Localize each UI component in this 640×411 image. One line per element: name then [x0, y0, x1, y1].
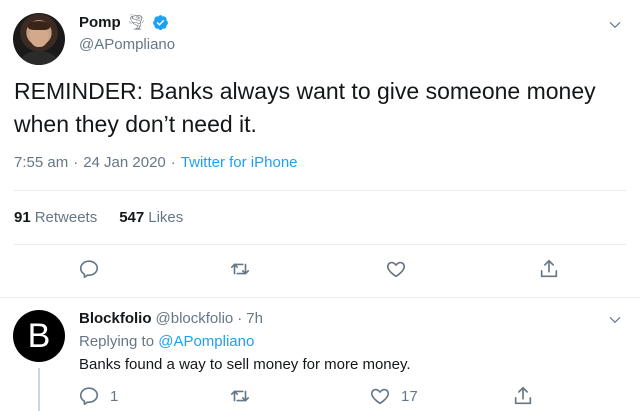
tweet-source[interactable]: Twitter for iPhone: [181, 154, 298, 171]
reply-author-handle[interactable]: @blockfolio: [156, 310, 234, 327]
divider: [14, 244, 626, 245]
like-count: 17: [401, 387, 418, 405]
reply-share-button[interactable]: [512, 385, 534, 407]
reply-count: 1: [110, 387, 119, 405]
reply-author-name[interactable]: Blockfolio: [79, 310, 152, 327]
replying-to-prefix: Replying to: [79, 333, 155, 350]
reply-author-avatar[interactable]: B: [13, 310, 65, 362]
heart-icon: [386, 261, 406, 278]
share-icon: [514, 386, 532, 405]
reply-text: Banks found a way to sell money for more…: [79, 356, 411, 373]
reply-icon: [79, 387, 99, 406]
likes-label: Likes: [148, 209, 184, 226]
retweets-stat[interactable]: 91 Retweets: [14, 209, 97, 226]
tweet-action-bar: [0, 258, 640, 288]
tweet-date[interactable]: 24 Jan 2020: [83, 154, 166, 171]
chevron-down-icon[interactable]: [608, 313, 622, 327]
reply-time[interactable]: 7h: [246, 310, 263, 327]
likes-stat[interactable]: 547 Likes: [119, 209, 183, 226]
likes-count: 547: [119, 209, 145, 226]
verified-badge-icon: [152, 15, 168, 31]
reply-like-button[interactable]: 17: [369, 385, 418, 407]
retweets-count: 91: [14, 209, 31, 226]
heart-icon: [370, 388, 390, 405]
retweets-label: Retweets: [34, 209, 98, 226]
author-name-row[interactable]: Pomp 🌪: [79, 14, 169, 31]
retweet-icon: [230, 390, 250, 402]
author-handle[interactable]: @APompliano: [79, 36, 175, 53]
tweet-meta: 7:55 am · 24 Jan 2020 · Twitter for iPho…: [14, 154, 298, 171]
author-avatar[interactable]: [13, 13, 65, 65]
divider: [14, 190, 626, 191]
retweet-icon: [230, 263, 250, 275]
meta-separator: ·: [170, 154, 176, 171]
chevron-down-icon[interactable]: [608, 18, 622, 32]
divider: [0, 297, 640, 298]
meta-separator: ·: [73, 154, 79, 171]
author-display-name[interactable]: Pomp: [79, 14, 121, 31]
tweet-text: REMINDER: Banks always want to give some…: [14, 78, 596, 137]
share-icon: [540, 259, 558, 278]
replying-to: Replying to @APompliano: [79, 333, 254, 350]
tweet-time[interactable]: 7:55 am: [14, 154, 68, 171]
reply-icon: [79, 260, 99, 279]
reply-reply-button[interactable]: 1: [78, 385, 118, 407]
tornado-icon: 🌪: [126, 14, 146, 31]
reply-separator: ·: [237, 310, 243, 327]
replying-to-mention[interactable]: @APompliano: [158, 333, 254, 350]
reply-header: Blockfolio @blockfolio · 7h: [79, 310, 263, 327]
share-button[interactable]: [538, 258, 560, 280]
reply-action-bar: 1 17: [0, 385, 640, 411]
like-button[interactable]: [385, 258, 407, 280]
retweet-button[interactable]: [229, 258, 251, 280]
reply-retweet-button[interactable]: [229, 385, 251, 407]
tweet-stats: 91 Retweets 547 Likes: [14, 209, 183, 226]
reply-button[interactable]: [78, 258, 100, 280]
